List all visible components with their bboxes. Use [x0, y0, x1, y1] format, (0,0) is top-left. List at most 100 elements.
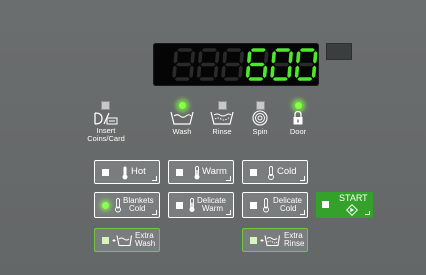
- blankets-cold-button[interactable]: Blankets Cold: [94, 192, 160, 218]
- time-display: [153, 43, 319, 86]
- extra-wash-tub-icon: [112, 235, 132, 247]
- warm-button[interactable]: Warm: [168, 160, 234, 184]
- warm-label: Warm: [202, 166, 227, 177]
- display-segment: [190, 51, 195, 64]
- rinse-led: [218, 101, 227, 110]
- extra-wash-button[interactable]: Extra Wash: [94, 228, 160, 252]
- rinse-label: Rinse: [212, 127, 232, 136]
- spin-led: [256, 101, 265, 110]
- insert-coins-led: [101, 101, 110, 110]
- washer-control-panel: Insert Coins/Card Wash Rinse Spin Door H…: [0, 0, 426, 275]
- display-segment: [189, 65, 194, 78]
- wash-label: Wash: [135, 239, 156, 248]
- auxiliary-indicator-square: [326, 43, 352, 60]
- coin-card-icon: [94, 112, 118, 125]
- delicate-cold-led: [250, 202, 257, 209]
- hot-label: Hot: [131, 166, 146, 177]
- button-corner-mark: [365, 211, 370, 215]
- spin-label: Spin: [252, 127, 268, 136]
- display-segment: [272, 77, 288, 81]
- delicate-warm-button[interactable]: Delicate Warm: [168, 192, 234, 218]
- display-segment: [299, 48, 315, 52]
- button-corner-mark: [226, 210, 231, 215]
- start-led: [322, 201, 329, 208]
- wash-tub-icon: [170, 111, 194, 125]
- display-digit: [270, 48, 293, 81]
- blankets-cold-led: [102, 202, 109, 209]
- display-segment: [223, 77, 239, 81]
- display-segment: [262, 65, 268, 78]
- display-segment: [313, 51, 318, 64]
- display-digit: [196, 48, 220, 81]
- cold-button[interactable]: Cold: [242, 160, 308, 184]
- display-segment: [274, 62, 290, 67]
- display-segment: [213, 65, 219, 78]
- display-segment: [249, 62, 265, 67]
- delicate-warm-led: [176, 202, 183, 209]
- warm-led: [176, 169, 183, 176]
- display-digit: [294, 48, 318, 81]
- blankets-cold-label: Cold: [129, 204, 146, 213]
- display-segment: [294, 65, 300, 78]
- display-segment: [245, 65, 251, 78]
- delicate-cold-button[interactable]: Delicate Cold: [242, 192, 308, 218]
- door-label: Door: [289, 127, 307, 136]
- display-digit: [245, 48, 269, 81]
- display-segment: [225, 62, 241, 67]
- hot-button[interactable]: Hot: [94, 160, 160, 184]
- button-corner-mark: [152, 176, 157, 181]
- wash-led: [178, 101, 187, 110]
- extra-wash-led: [102, 237, 109, 244]
- display-segment: [287, 65, 292, 78]
- display-segment: [174, 77, 190, 81]
- display-segment: [172, 65, 177, 78]
- spin-spiral-icon: [252, 110, 268, 126]
- hot-led: [102, 169, 109, 176]
- display-segment: [275, 48, 291, 52]
- cold-led: [250, 169, 257, 176]
- display-segment: [177, 48, 193, 52]
- thermometer-icon: [194, 166, 200, 180]
- wash-label: Wash: [172, 127, 192, 136]
- display-segment: [270, 65, 275, 78]
- button-corner-mark: [300, 176, 305, 181]
- display-segment: [199, 77, 215, 81]
- start-button[interactable]: START: [316, 192, 373, 218]
- display-digit: [221, 48, 244, 81]
- cold-label: Cold: [277, 166, 297, 177]
- display-segment: [298, 62, 314, 67]
- display-segment: [288, 51, 293, 64]
- lock-icon: [293, 110, 303, 125]
- display-segment: [296, 51, 301, 64]
- display-segment: [198, 51, 203, 64]
- door-led: [294, 101, 303, 110]
- display-segment: [264, 51, 269, 64]
- display-segment: [248, 77, 264, 81]
- thermometer-icon: [122, 166, 128, 180]
- rinse-tub-icon: [210, 111, 234, 125]
- extra-rinse-led: [250, 237, 257, 244]
- start-label: START: [339, 193, 368, 203]
- display-segment: [311, 65, 317, 78]
- button-corner-mark: [300, 210, 305, 215]
- display-segment: [215, 51, 220, 64]
- extra-rinse-tub-icon: [260, 235, 280, 247]
- display-segment: [271, 51, 276, 64]
- display-segment: [250, 48, 266, 52]
- delicate-cold-label: Cold: [280, 204, 297, 213]
- thermometer-icon: [115, 198, 121, 213]
- display-segment: [238, 65, 243, 78]
- display-segment: [196, 65, 202, 78]
- coins-card-label: Coins/Card: [87, 134, 125, 143]
- display-segment: [173, 51, 178, 64]
- thermometer-icon: [268, 166, 274, 180]
- display-segment: [297, 77, 313, 81]
- thermometer-icon: [263, 198, 269, 213]
- display-segment: [176, 62, 192, 67]
- display-segment: [226, 48, 242, 52]
- button-corner-mark: [152, 210, 157, 215]
- diamond-start-icon: [346, 204, 358, 216]
- extra-rinse-button[interactable]: Extra Rinse: [242, 228, 308, 252]
- display-digit: [172, 48, 195, 81]
- display-segment: [247, 51, 252, 64]
